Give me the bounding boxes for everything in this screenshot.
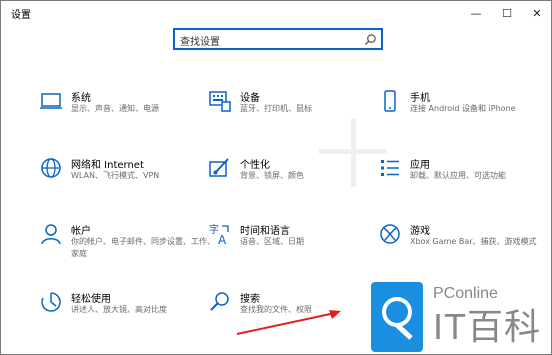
magnifier-icon bbox=[210, 292, 229, 311]
watermark-brand: PConline bbox=[433, 285, 498, 302]
watermark-logo-text: IT百科 bbox=[433, 306, 541, 347]
tile-devices-desc: 蓝牙、打印机、鼠标 bbox=[240, 104, 312, 113]
tile-personalization-title: 个性化 bbox=[240, 160, 270, 171]
annotation-arrow bbox=[236, 310, 341, 335]
tile-ease-of-access-desc: 讲述人、放大镜、高对比度 bbox=[71, 305, 167, 314]
keyboard-device-icon bbox=[209, 91, 231, 112]
apps-list-icon bbox=[381, 160, 399, 176]
phone-icon bbox=[384, 90, 396, 112]
ease-of-access-icon bbox=[41, 292, 61, 312]
tile-ease-of-access[interactable]: 轻松使用 讲述人、放大镜、高对比度 bbox=[39, 290, 204, 340]
tile-time-language-title: 时间和语言 bbox=[240, 226, 290, 237]
tile-ease-of-access-title: 轻松使用 bbox=[71, 294, 111, 305]
search-input[interactable]: 查找设置 bbox=[173, 28, 383, 50]
tile-system-desc: 显示、声音、通知、电源 bbox=[71, 104, 159, 113]
tile-accounts-desc: 你的帐户、电子邮件、同步设置、工作、家庭 bbox=[71, 237, 215, 258]
tile-network[interactable]: 网络和 Internet WLAN、飞行模式、VPN bbox=[39, 156, 204, 206]
tile-personalization-desc: 背景、锁屏、颜色 bbox=[240, 171, 304, 180]
svg-text:A: A bbox=[218, 233, 227, 246]
tile-system[interactable]: 系统 显示、声音、通知、电源 bbox=[39, 89, 204, 139]
tile-accounts-title: 帐户 bbox=[71, 226, 91, 237]
time-language-icon: 字A bbox=[209, 223, 229, 246]
tile-apps-title: 应用 bbox=[410, 160, 430, 171]
tile-phone-desc: 连接 Android 设备和 iPhone bbox=[410, 104, 516, 113]
close-icon: ✕ bbox=[532, 6, 542, 20]
tile-time-language[interactable]: 字A 时间和语言 语音、区域、日期 bbox=[208, 222, 373, 272]
laptop-icon bbox=[40, 93, 62, 109]
tile-apps[interactable]: 应用 卸载、默认应用、可选功能 bbox=[378, 156, 543, 206]
watermark: PConline IT百科 bbox=[353, 277, 551, 354]
tile-network-desc: WLAN、飞行模式、VPN bbox=[71, 171, 160, 180]
settings-window: 设置 — ☐ ✕ 查找设置 系统 显示、声音、通知、电源 设备 蓝牙、打印机、鼠… bbox=[0, 0, 552, 355]
tile-phone[interactable]: 手机 连接 Android 设备和 iPhone bbox=[378, 89, 543, 139]
tile-gaming-title: 游戏 bbox=[410, 226, 430, 237]
tile-gaming[interactable]: 游戏 Xbox Game Bar、捕获、游戏模式 bbox=[378, 222, 543, 272]
tile-gaming-desc: Xbox Game Bar、捕获、游戏模式 bbox=[410, 237, 537, 246]
tile-personalization[interactable]: 个性化 背景、锁屏、颜色 bbox=[208, 156, 373, 206]
watermark-logo bbox=[371, 282, 423, 352]
tile-phone-title: 手机 bbox=[410, 93, 430, 104]
decorative-bar bbox=[319, 149, 387, 154]
globe-icon bbox=[41, 158, 61, 178]
paintbrush-icon bbox=[209, 158, 229, 177]
tile-apps-desc: 卸载、默认应用、可选功能 bbox=[410, 171, 506, 180]
search-placeholder: 查找设置 bbox=[180, 37, 220, 48]
person-icon bbox=[41, 224, 61, 245]
tile-system-title: 系统 bbox=[71, 93, 91, 104]
tile-accounts[interactable]: 帐户 你的帐户、电子邮件、同步设置、工作、家庭 bbox=[39, 222, 215, 272]
tile-time-language-desc: 语音、区域、日期 bbox=[240, 237, 304, 246]
xbox-icon bbox=[380, 224, 400, 244]
title-bar: 设置 — ☐ ✕ bbox=[1, 1, 551, 25]
window-title: 设置 bbox=[11, 10, 31, 21]
tile-devices[interactable]: 设备 蓝牙、打印机、鼠标 bbox=[208, 89, 373, 139]
search-icon[interactable] bbox=[364, 33, 377, 46]
maximize-icon: ☐ bbox=[502, 6, 512, 20]
maximize-button[interactable]: ☐ bbox=[492, 1, 522, 25]
tile-devices-title: 设备 bbox=[240, 93, 260, 104]
minimize-icon: — bbox=[470, 6, 482, 20]
magnifier-logo-icon bbox=[382, 297, 413, 340]
close-button[interactable]: ✕ bbox=[522, 1, 551, 25]
tile-network-title: 网络和 Internet bbox=[71, 160, 144, 171]
minimize-button[interactable]: — bbox=[461, 1, 491, 25]
